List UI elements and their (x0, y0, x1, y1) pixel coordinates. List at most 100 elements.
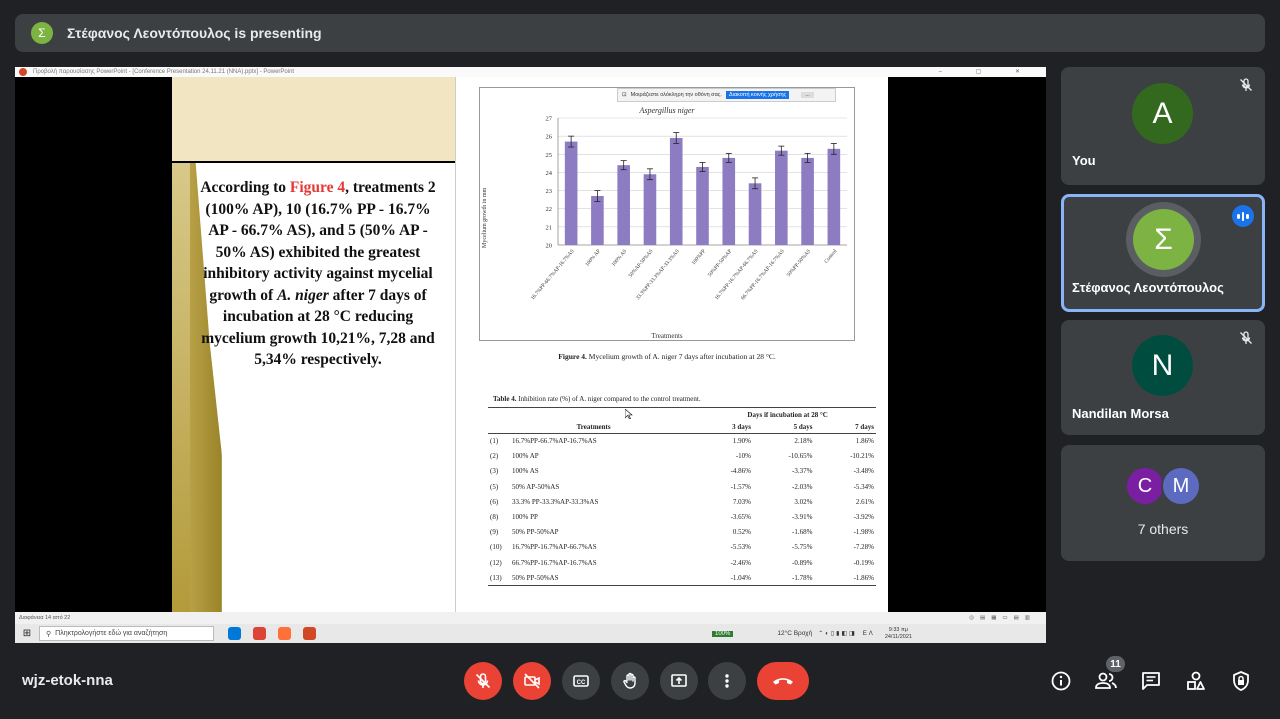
view-buttons[interactable]: ◎▤▦▭▤▥ (969, 612, 1036, 624)
share-more-button[interactable]: ... (801, 92, 814, 98)
mic-off-icon (1240, 78, 1252, 91)
row-index: (1) (490, 437, 499, 446)
bar (722, 157, 736, 245)
table-caption-label: Table 4. (493, 395, 517, 403)
y-tick-label: 27 (546, 116, 553, 123)
table-row: (13) 50% PP-50%AS -1.04% -1.78% -1.86% (488, 570, 876, 586)
hand-icon (623, 672, 636, 689)
treatment-cell: 16.7%PP-66.7%AP-16.7%AS (512, 437, 597, 446)
row-index: (12) (490, 558, 502, 567)
meeting-details-button[interactable] (1048, 668, 1074, 694)
slide-counter: Διαφάνεια 14 από 22 (19, 615, 71, 621)
window-title: Προβολή παρουσίασης PowerPoint - [Confer… (33, 69, 295, 75)
text-part: According to (200, 179, 290, 196)
search-placeholder: Πληκτρολογήστε εδώ για αναζήτηση (55, 630, 168, 637)
firefox-icon[interactable] (278, 627, 291, 640)
table-row: (10) 16.7%PP-16.7%AP-66.7%AS -5.53% -5.75% -… (488, 540, 876, 555)
rate-cell: -2.03% (792, 482, 813, 491)
svg-text:CC: CC (577, 680, 586, 686)
bar (801, 157, 814, 245)
clock-time: 9:33 πμ (888, 626, 908, 633)
row-index: (10) (490, 543, 502, 552)
rate-cell: -5.53% (730, 543, 751, 552)
edge-icon[interactable] (228, 627, 241, 640)
raise-hand-button[interactable] (611, 662, 649, 700)
present-screen-icon (671, 674, 687, 687)
language-indicator[interactable]: ΕΛ (863, 631, 875, 637)
rate-cell: -3.92% (853, 513, 874, 522)
hang-up-icon (773, 678, 793, 685)
rate-cell: -1.98% (853, 528, 874, 537)
figure-reference: Figure 4 (289, 179, 346, 196)
participant-tile-presenter[interactable]: Σ Στέφανος Λεοντόπουλος (1061, 194, 1265, 312)
powerpoint-taskbar-icon[interactable] (303, 627, 316, 640)
table-group-header: Days if incubation at 28 °C (699, 407, 876, 422)
avatar: N (1132, 335, 1193, 396)
slide-divider (172, 161, 455, 163)
system-tray-icons[interactable]: ⌃◐▯▮◧◨ (818, 630, 857, 637)
taskbar-search-box[interactable]: ⚲ Πληκτρολογήστε εδώ για αναζήτηση (39, 626, 214, 641)
screen-share-bar: ⊡ Μοιράζεστε ολόκληρη την οθόνη σας. Δια… (617, 88, 836, 102)
others-label: 7 others (1137, 521, 1189, 537)
bar (591, 196, 604, 245)
powerpoint-status-bar: Διαφάνεια 14 από 22 ◎▤▦▭▤▥ (15, 612, 1046, 624)
captions-icon: CC (573, 675, 589, 687)
host-controls-button[interactable] (1228, 668, 1254, 694)
powerpoint-title-bar: Προβολή παρουσίασης PowerPoint - [Confer… (15, 67, 1046, 77)
rate-cell: -3.65% (730, 513, 751, 522)
row-index: (8) (490, 513, 499, 522)
figure-caption-label: Figure 4. (558, 352, 587, 361)
bar-chart: Aspergillus niger Mycelium growth in mm … (479, 87, 855, 341)
rate-cell: -10.21% (850, 452, 874, 461)
text-part: , treatments 2 (100% AP), 10 (16.7% PP -… (203, 179, 436, 304)
weather-widget[interactable]: 12°C Βροχή (777, 630, 812, 637)
participant-tile-nandilan[interactable]: N Nandilan Morsa (1061, 320, 1265, 435)
chat-button[interactable] (1138, 668, 1164, 694)
rate-cell: -0.19% (853, 558, 874, 567)
people-icon (1095, 672, 1117, 689)
chrome-icon[interactable] (253, 627, 266, 640)
more-options-button[interactable] (708, 662, 746, 700)
avatar: M (1161, 466, 1201, 506)
participant-name: Nandilan Morsa (1072, 406, 1169, 421)
rate-cell: 2.61% (855, 497, 874, 506)
mic-toggle-button[interactable] (464, 662, 502, 700)
battery-indicator: 100% (712, 630, 734, 637)
x-tick-label: 50%AP-50%AS (628, 248, 655, 278)
participant-tile-you[interactable]: A You (1061, 67, 1265, 185)
participant-tile-others[interactable]: C M 7 others (1061, 445, 1265, 561)
activities-button[interactable] (1183, 668, 1209, 694)
rate-cell: -1.04% (699, 570, 753, 586)
bar (643, 174, 657, 245)
mic-off-icon (475, 673, 491, 689)
x-tick-label: 50%PP-50%AP (707, 248, 733, 278)
x-tick-label: 33.3%PP-33.3%AP-33.3%AS (635, 248, 681, 301)
rate-cell: -1.57% (730, 482, 751, 491)
y-tick-label: 25 (546, 152, 553, 159)
camera-toggle-button[interactable] (513, 662, 551, 700)
y-tick-label: 21 (546, 224, 553, 231)
windows-taskbar: ⊞ ⚲ Πληκτρολογήστε εδώ για αναζήτηση 100… (15, 624, 1046, 643)
x-tick-label: 16.7%PP-16.7%AP-66.7%AS (714, 248, 760, 301)
rate-cell: -5.34% (853, 482, 874, 491)
windows-start-icon[interactable]: ⊞ (15, 628, 39, 639)
row-index: (3) (490, 467, 499, 476)
present-button[interactable] (660, 662, 698, 700)
bar (827, 148, 841, 245)
leave-call-button[interactable] (757, 662, 809, 700)
y-tick-label: 24 (546, 170, 553, 177)
captions-button[interactable]: CC (562, 662, 600, 700)
treatment-cell: 100% PP (512, 513, 538, 522)
rate-cell: -3.48% (853, 467, 874, 476)
x-tick-label: Control (823, 248, 838, 265)
row-index: (5) (490, 482, 499, 491)
table-header: Treatments (488, 421, 700, 434)
rate-cell: 2.18% (794, 437, 813, 446)
y-tick-label: 22 (546, 206, 553, 213)
x-tick-label: 100%PP (691, 248, 707, 266)
table-row: (8) 100% PP -3.65% -3.91% -3.92% (488, 509, 876, 524)
table-caption-text: Inhibition rate (%) of A. niger compared… (516, 395, 701, 403)
presenting-text: Στέφανος Λεοντόπουλος is presenting (67, 25, 322, 41)
stop-sharing-button[interactable]: Διακοπή κοινής χρήσης (725, 91, 790, 99)
taskbar-clock[interactable]: 9:33 πμ 24/11/2021 (885, 627, 912, 641)
